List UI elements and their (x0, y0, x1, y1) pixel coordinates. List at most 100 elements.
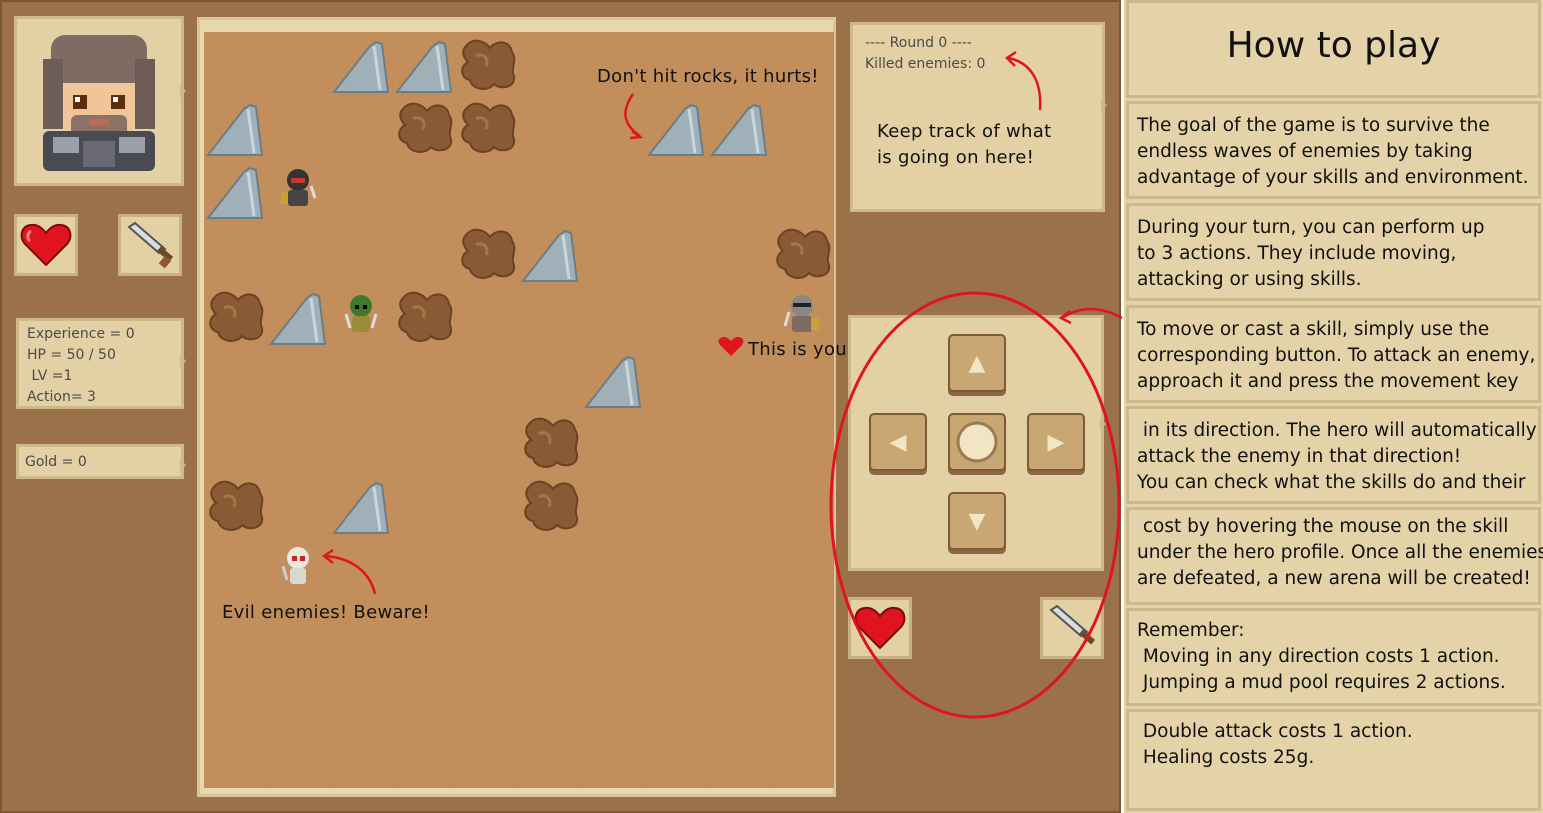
move-left-button[interactable]: ◀ (869, 413, 927, 471)
help-section-3: To move or cast a skill, simply use the … (1126, 305, 1541, 403)
arena-grid[interactable] (204, 32, 834, 788)
grid-cell (456, 536, 519, 599)
help-section-1: The goal of the game is to survive the e… (1126, 101, 1541, 199)
grid-cell (708, 284, 771, 347)
enemy-skeleton (281, 547, 309, 584)
help-text-3: To move or cast a skill, simply use the … (1137, 319, 1536, 392)
mud-pool (209, 291, 264, 342)
help-text-7: Double attack costs 1 action. Healing co… (1142, 721, 1413, 768)
move-up-button[interactable]: ▲ (948, 334, 1006, 392)
grid-cell (456, 725, 519, 788)
grid-cell (204, 347, 267, 410)
move-down-button[interactable]: ▼ (948, 492, 1006, 550)
rock-obstacle (646, 103, 705, 156)
grid-cell (519, 32, 582, 95)
grid-cell (330, 410, 393, 473)
help-title-box: How to play (1126, 0, 1541, 98)
help-text-5: cost by hovering the mouse on the skill … (1137, 516, 1543, 589)
grid-cell (267, 32, 330, 95)
grid-cell (267, 347, 330, 410)
grid-cell (645, 662, 708, 725)
round-label: ---- Round 0 ---- (865, 35, 972, 51)
player-annotation: This is you! (748, 339, 855, 360)
grid-cell (645, 347, 708, 410)
grid-cell (393, 725, 456, 788)
killed-enemies-label: Killed enemies: 0 (865, 56, 986, 72)
battle-log-panel: ---- Round 0 ---- Killed enemies: 0 Keep… (850, 22, 1107, 212)
grid-cell (582, 95, 645, 158)
move-right-button[interactable]: ▶ (1027, 413, 1085, 471)
movement-controls: ▲ ◀ ▶ ▼ (848, 315, 1106, 571)
heart-icon (854, 606, 906, 650)
mud-pool (776, 228, 831, 279)
grid-cell (582, 410, 645, 473)
grid-cell (708, 473, 771, 536)
grid-cell (582, 221, 645, 284)
grid-cell (771, 95, 834, 158)
grid-cell (456, 158, 519, 221)
arrow-right-icon: ▶ (1047, 429, 1065, 455)
grid-cell (204, 725, 267, 788)
heart-icon (20, 223, 72, 267)
grid-cell (771, 158, 834, 221)
grid-cell (645, 536, 708, 599)
grid-cell (330, 221, 393, 284)
grid-cell (771, 410, 834, 473)
grid-cell (330, 347, 393, 410)
grid-cell (393, 473, 456, 536)
experience-label: Experience = 0 (27, 326, 135, 342)
grid-cell (456, 347, 519, 410)
mud-pool (461, 102, 516, 153)
grid-cell (519, 284, 582, 347)
grid-cell (267, 473, 330, 536)
rock-obstacle (331, 40, 390, 93)
grid-cell (582, 158, 645, 221)
grid-cell (204, 32, 267, 95)
mud-pool (209, 480, 264, 531)
grid-cell (204, 410, 267, 473)
grid-cell (519, 95, 582, 158)
grid-cell (330, 662, 393, 725)
grid-cell (645, 158, 708, 221)
grid-cell (771, 725, 834, 788)
rock-obstacle (205, 103, 264, 156)
heal-skill-button[interactable] (14, 214, 78, 276)
grid-cell (330, 725, 393, 788)
mud-pool (524, 480, 579, 531)
grid-cell (393, 158, 456, 221)
attack-button-secondary[interactable] (1040, 597, 1104, 659)
help-title: How to play (1226, 25, 1441, 66)
grid-cell (267, 725, 330, 788)
grid-cell (393, 662, 456, 725)
heal-button-secondary[interactable] (848, 597, 912, 659)
hero-avatar (17, 19, 181, 183)
double-attack-skill-button[interactable] (118, 214, 182, 276)
gold-label: Gold = 0 (25, 454, 87, 470)
arrow-down-icon: ▼ (968, 508, 986, 534)
mud-pool (524, 417, 579, 468)
grid-cell (708, 662, 771, 725)
grid-cell (456, 599, 519, 662)
grid-cell (708, 599, 771, 662)
rock-obstacle (520, 229, 579, 282)
grid-cell (582, 725, 645, 788)
action-label: Action= 3 (27, 389, 96, 405)
help-section-4: in its direction. The hero will automati… (1126, 406, 1541, 504)
grid-cell (267, 221, 330, 284)
sword-icon (1049, 604, 1096, 645)
log-annotation: Keep track of what is going on here! (877, 121, 1052, 168)
grid-cell (456, 473, 519, 536)
grid-cell (330, 158, 393, 221)
grid-cell (645, 221, 708, 284)
grid-cell (204, 536, 267, 599)
grid-cell (519, 599, 582, 662)
grid-cell (645, 599, 708, 662)
grid-cell (582, 473, 645, 536)
grid-cell (582, 284, 645, 347)
wait-button[interactable] (948, 413, 1006, 471)
rock-obstacle (268, 292, 327, 345)
grid-cell (456, 410, 519, 473)
grid-cell (645, 473, 708, 536)
help-text-6: Remember: Moving in any direction costs … (1137, 620, 1506, 693)
hero-portrait (14, 16, 186, 186)
